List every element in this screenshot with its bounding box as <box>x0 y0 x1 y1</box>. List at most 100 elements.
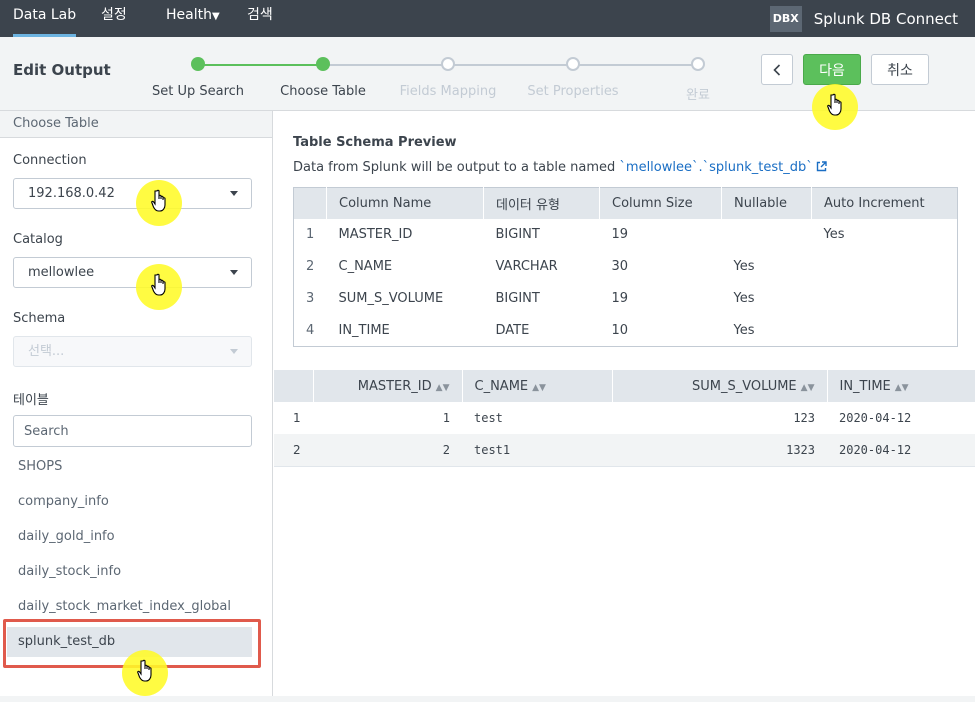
cursor-hand-icon <box>812 84 858 130</box>
step-dot-complete <box>691 57 705 71</box>
sort-icon: ▲▼ <box>800 382 815 393</box>
table-ref-link[interactable]: `mellowlee`.`splunk_test_db` <box>619 160 812 175</box>
schema-col-index <box>293 187 327 219</box>
sort-icon: ▲▼ <box>894 382 909 393</box>
cursor-hand-icon <box>136 264 182 310</box>
back-button[interactable] <box>761 54 793 85</box>
step-dot-fields-mapping <box>441 57 455 71</box>
tables-label: 테이블 <box>13 393 49 408</box>
cell-nullable: Yes <box>733 322 755 338</box>
sidebar-heading: Choose Table <box>0 111 272 138</box>
next-button[interactable]: 다음 <box>803 54 861 85</box>
cursor-hand-icon <box>122 650 168 696</box>
table-item-shops[interactable]: SHOPS <box>18 459 62 474</box>
data-table-header: MASTER_ID ▲▼ C_NAME ▲▼ SUM_S_VOLUME ▲▼ IN_T… <box>274 370 975 402</box>
sort-icon: ▲▼ <box>435 382 450 393</box>
nav-health-label: Health <box>166 7 212 23</box>
col-label: IN_TIME <box>839 378 891 394</box>
row-index: 1 <box>306 227 315 242</box>
schema-select[interactable]: 선택... <box>13 336 252 367</box>
schema-col-header: Column Name <box>326 187 484 219</box>
data-col-c-name[interactable]: C_NAME ▲▼ <box>461 370 612 402</box>
table-item-daily-stock-info[interactable]: daily_stock_info <box>18 564 121 579</box>
page-title: Edit Output <box>13 61 111 79</box>
data-col-sum-s-volume[interactable]: SUM_S_VOLUME ▲▼ <box>611 370 827 402</box>
cell-sum-s-volume: 1323 <box>612 434 827 467</box>
top-nav: Data Lab 설정 Health▼ 검색 DBX Splunk DB Con… <box>0 0 975 37</box>
cell-column-name: MASTER_ID <box>338 227 413 242</box>
step-label-complete: 완료 <box>686 88 710 103</box>
caret-down-icon <box>230 270 238 275</box>
table-item-daily-stock-market-index-global[interactable]: daily_stock_market_index_global <box>18 599 231 614</box>
nav-search[interactable]: 검색 <box>247 0 273 37</box>
data-col-master-id[interactable]: MASTER_ID ▲▼ <box>312 370 462 402</box>
cell-type: DATE <box>495 322 530 338</box>
step-label-fields-mapping: Fields Mapping <box>399 84 497 99</box>
external-link-icon[interactable] <box>816 161 827 172</box>
cell-size: 10 <box>611 322 629 338</box>
nav-settings[interactable]: 설정 <box>101 0 127 37</box>
catalog-label: Catalog <box>13 232 63 247</box>
schema-col-header: Column Size <box>599 187 722 219</box>
sort-icon: ▲▼ <box>532 382 546 393</box>
cell-column-name: C_NAME <box>338 259 393 274</box>
data-col-index <box>274 370 313 402</box>
row-index: 1 <box>293 411 301 425</box>
catalog-value: mellowlee <box>28 265 95 280</box>
table-item-daily-gold-info[interactable]: daily_gold_info <box>18 529 115 544</box>
schema-col-header: Auto Increment <box>811 187 958 219</box>
dbx-logo: DBX <box>769 5 802 32</box>
data-preview-table: MASTER_ID ▲▼ C_NAME ▲▼ SUM_S_VOLUME ▲▼ IN_T… <box>274 370 975 467</box>
step-label-choose-table: Choose Table <box>280 84 366 99</box>
row-index: 4 <box>306 322 315 338</box>
cell-master-id: 1 <box>442 411 450 425</box>
connection-value: 192.168.0.42 <box>28 186 115 201</box>
connection-label: Connection <box>13 153 87 168</box>
cell-auto-increment: Yes <box>823 227 845 242</box>
caret-down-icon <box>230 191 238 196</box>
cancel-button[interactable]: 취소 <box>871 54 929 85</box>
cell-nullable <box>722 219 812 251</box>
col-label: MASTER_ID <box>357 378 432 394</box>
schema-col-header: 데이터 유형 <box>483 187 600 219</box>
cursor-hand-icon <box>136 180 182 226</box>
cell-c-name: test <box>474 411 503 425</box>
data-col-in-time[interactable]: IN_TIME ▲▼ <box>826 370 975 402</box>
row-index: 2 <box>274 434 313 467</box>
schema-col-header: Nullable <box>721 187 812 219</box>
cell-in-time: 2020-04-12 <box>839 411 912 425</box>
catalog-select[interactable]: mellowlee <box>13 257 252 288</box>
nav-health[interactable]: Health▼ <box>166 0 220 37</box>
cell-type: VARCHAR <box>495 259 558 274</box>
schema-row: 4 IN_TIME DATE 10 Yes <box>294 315 958 347</box>
schema-desc-text: Data from Splunk will be output to a tab… <box>293 160 620 175</box>
table-item-company-info[interactable]: company_info <box>18 494 109 509</box>
cell-c-name: test1 <box>462 434 612 467</box>
col-label: SUM_S_VOLUME <box>691 378 797 394</box>
cell-nullable: Yes <box>733 291 755 306</box>
cell-auto-increment <box>812 315 958 347</box>
main-content: Table Schema Preview Data from Splunk wi… <box>274 111 975 702</box>
step-dot-setup-search <box>191 57 205 71</box>
cell-in-time: 2020-04-12 <box>827 434 975 467</box>
caret-down-icon: ▼ <box>211 11 220 22</box>
schema-table: Column Name 데이터 유형 Column Size Nullable … <box>293 187 958 347</box>
schema-placeholder: 선택... <box>28 344 65 359</box>
schema-row: 1 MASTER_ID BIGINT 19 Yes <box>294 219 958 251</box>
cell-type: BIGINT <box>495 227 540 242</box>
nav-data-lab[interactable]: Data Lab <box>13 0 77 37</box>
step-label-setup-search: Set Up Search <box>151 84 245 99</box>
cell-master-id: 2 <box>313 434 462 467</box>
table-search-input[interactable] <box>13 415 252 447</box>
cell-column-name: SUM_S_VOLUME <box>338 291 444 306</box>
connection-select[interactable]: 192.168.0.42 <box>13 178 252 209</box>
schema-row: 3 SUM_S_VOLUME BIGINT 19 Yes <box>294 283 958 315</box>
cell-auto-increment <box>812 283 958 315</box>
step-dot-choose-table <box>316 57 330 71</box>
schema-table-header: Column Name 데이터 유형 Column Size Nullable … <box>293 187 958 219</box>
step-label-set-properties: Set Properties <box>527 84 619 99</box>
cell-sum-s-volume: 123 <box>793 411 815 425</box>
step-dot-set-properties <box>566 57 580 71</box>
cell-nullable: Yes <box>733 259 755 274</box>
cell-size: 30 <box>611 259 629 274</box>
